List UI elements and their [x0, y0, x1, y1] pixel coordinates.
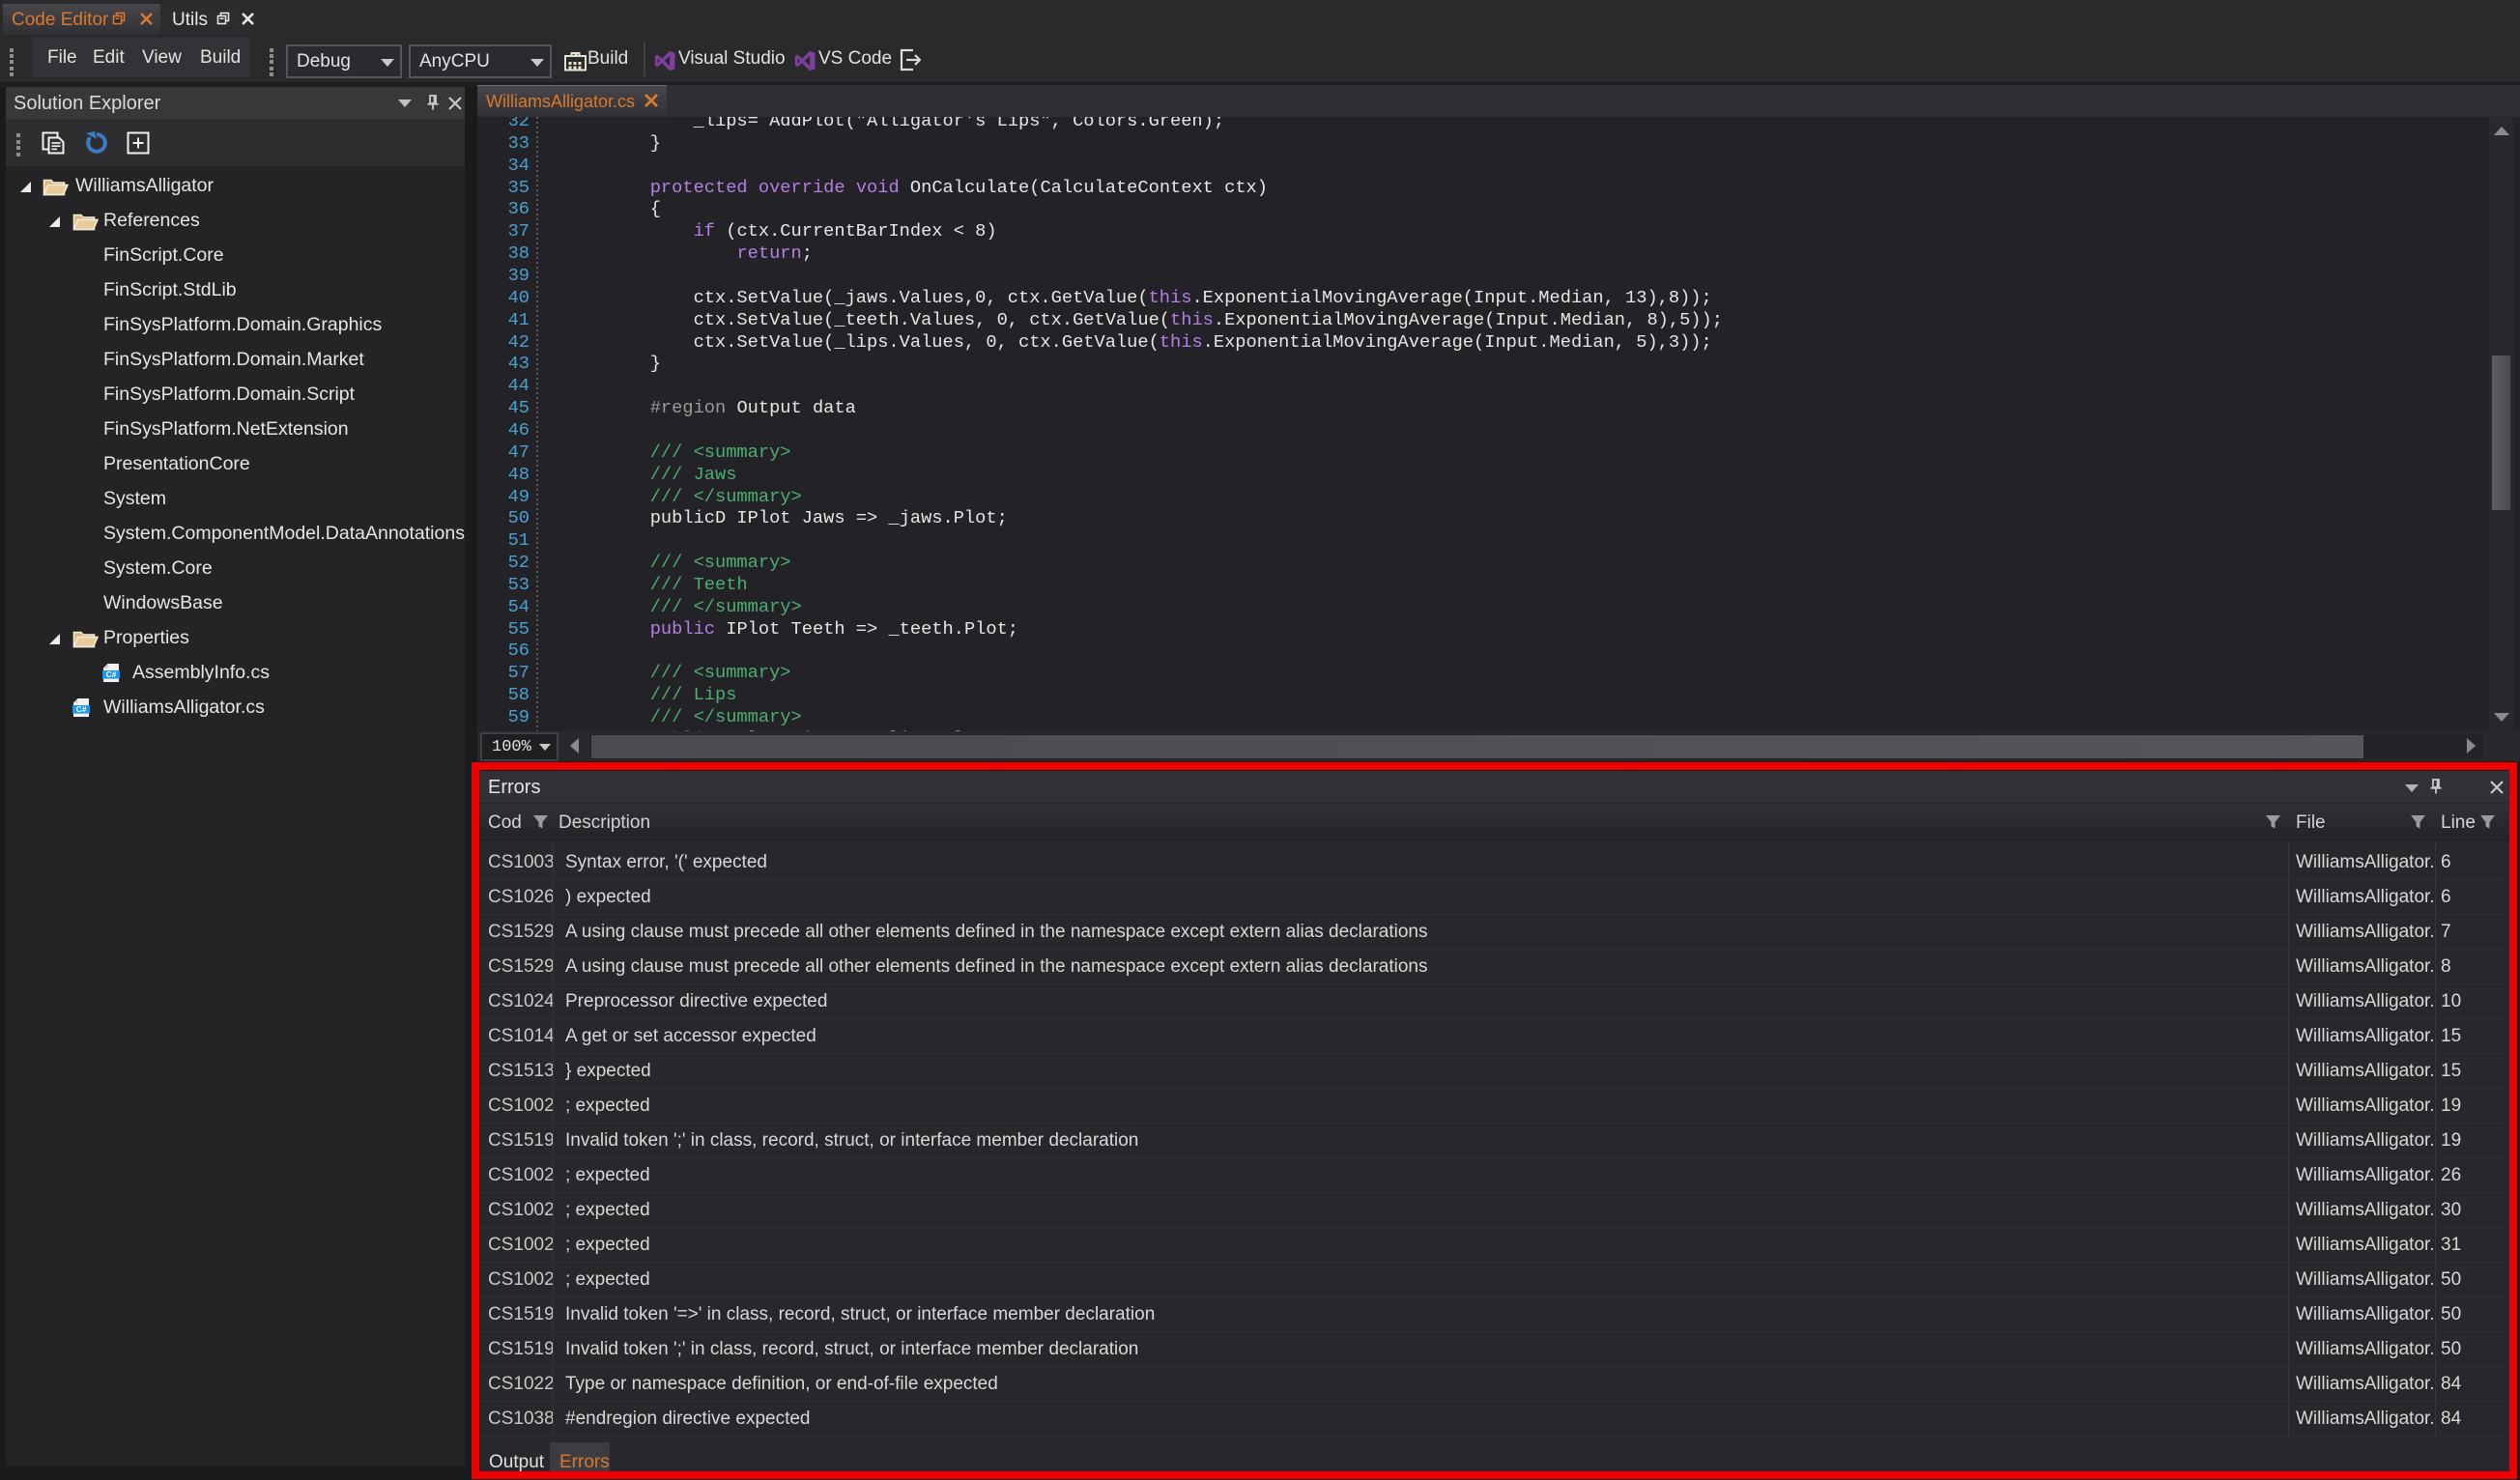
svg-text:C#: C#: [76, 704, 87, 714]
svg-text:C#: C#: [106, 669, 117, 679]
